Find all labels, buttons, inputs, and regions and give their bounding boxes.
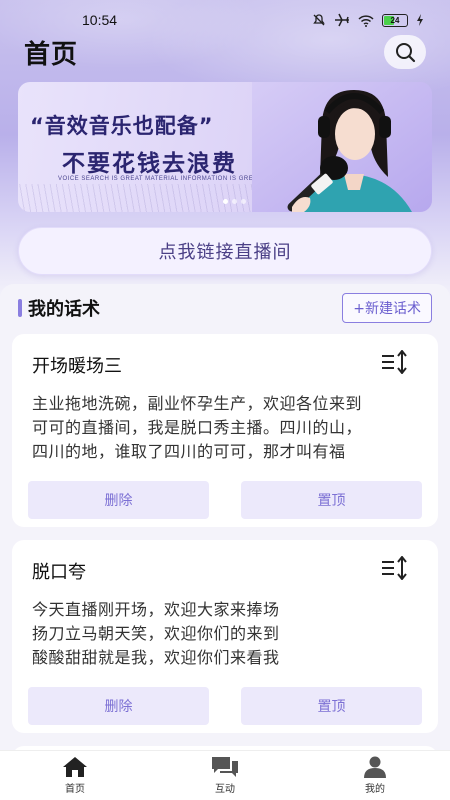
- banner-subheadline: 不要花钱去浪费: [62, 151, 237, 177]
- status-icons: 24: [312, 13, 424, 27]
- script-line: 四川的地，谁取了四川的可可，那才叫有福: [32, 442, 346, 461]
- banner-host-image: [252, 82, 432, 212]
- battery-level: 24: [390, 15, 400, 25]
- charging-icon: [417, 14, 423, 26]
- banner-pager: [223, 199, 246, 204]
- header: 首页: [24, 32, 426, 72]
- section-title: 我的话术: [28, 299, 100, 320]
- script-line: 今天直播刚开场，欢迎大家来捧场: [32, 600, 280, 619]
- delete-button[interactable]: 删除: [28, 481, 209, 519]
- wifi-icon: [358, 14, 374, 27]
- chat-icon: [212, 757, 238, 777]
- section-accent-bar: [18, 299, 22, 317]
- script-line: 可可的直播间，我是脱口秀主播。四川的山，: [32, 418, 363, 437]
- section-header: 我的话术 +新建话术: [18, 292, 432, 324]
- script-card[interactable]: 脱口夸 今天直播刚开场，欢迎大家来捧场 扬刀立马朝天笑，欢迎你们的来到 酸酸甜甜…: [12, 540, 438, 733]
- search-button[interactable]: [384, 35, 426, 69]
- pin-button[interactable]: 置顶: [241, 687, 422, 725]
- script-content: 主业拖地洗碗，副业怀孕生产，欢迎各位来到 可可的直播间，我是脱口秀主播。四川的山…: [32, 392, 420, 464]
- script-line: 主业拖地洗碗，副业怀孕生产，欢迎各位来到: [32, 394, 363, 413]
- tab-interact[interactable]: 互动: [165, 756, 285, 795]
- script-title: 脱口夸: [32, 562, 86, 583]
- pin-button[interactable]: 置顶: [241, 481, 422, 519]
- page-title: 首页: [24, 39, 79, 70]
- airplane-icon: [335, 13, 349, 27]
- script-card[interactable]: 开场暖场三 主业拖地洗碗，副业怀孕生产，欢迎各位来到 可可的直播间，我是脱口秀主…: [12, 334, 438, 527]
- tab-home[interactable]: 首页: [15, 756, 135, 795]
- sort-icon[interactable]: [380, 350, 410, 374]
- tab-label: 我的: [365, 784, 385, 795]
- scripts-section: 我的话术 +新建话术 开场暖场三 主业拖地洗碗，副业怀孕生产，欢迎各位来到 可可…: [0, 284, 450, 750]
- script-line: 扬刀立马朝天笑，欢迎你们的来到: [32, 624, 280, 643]
- home-icon: [63, 757, 87, 777]
- new-script-button[interactable]: +新建话术: [342, 293, 432, 323]
- delete-button[interactable]: 删除: [28, 687, 209, 725]
- search-icon: [396, 43, 416, 63]
- banner-headline: “音效音乐也配备”: [30, 114, 214, 138]
- banner-decoration: [18, 184, 278, 212]
- tab-label: 首页: [65, 784, 85, 795]
- status-time: 10:54: [82, 12, 118, 28]
- user-icon: [364, 756, 386, 778]
- script-line: 酸酸甜甜就是我，欢迎你们来看我: [32, 648, 280, 667]
- tab-label: 互动: [215, 784, 235, 795]
- bottom-tab-bar: 首页 互动 我的: [0, 750, 450, 800]
- script-content: 今天直播刚开场，欢迎大家来捧场 扬刀立马朝天笑，欢迎你们的来到 酸酸甜甜就是我，…: [32, 598, 420, 670]
- banner-caption: VOICE SEARCH IS GREAT MATERIAL INFORMATI…: [58, 176, 262, 182]
- script-title: 开场暖场三: [32, 356, 122, 377]
- battery-icon: 24: [382, 13, 408, 27]
- tab-mine[interactable]: 我的: [315, 756, 435, 795]
- sort-icon[interactable]: [380, 556, 410, 580]
- connect-live-room-button[interactable]: 点我链接直播间: [18, 227, 432, 275]
- mute-icon: [313, 14, 325, 26]
- promo-banner[interactable]: “音效音乐也配备” 不要花钱去浪费 VOICE SEARCH IS GREAT …: [18, 82, 432, 212]
